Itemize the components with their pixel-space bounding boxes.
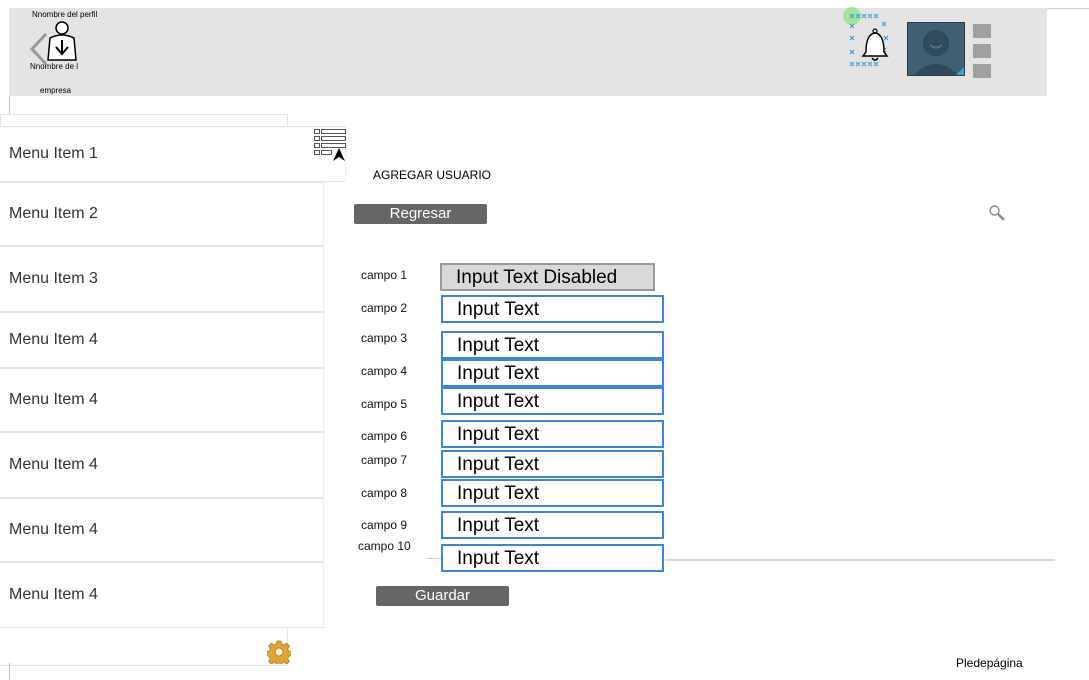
- sidebar-item-5[interactable]: Menu Item 4: [0, 368, 324, 432]
- sidebar-item-label: Menu Item 4: [9, 586, 98, 603]
- left-divider-bottom: [9, 663, 10, 680]
- sidebar-item-7[interactable]: Menu Item 4: [0, 498, 324, 562]
- field-label-5: campo 5: [361, 397, 408, 411]
- save-button[interactable]: Guardar: [376, 586, 509, 606]
- page-title: AGREGAR USUARIO: [373, 168, 492, 182]
- sidebar-item-label: Menu Item 3: [9, 270, 98, 287]
- field-label-9: campo 9: [361, 518, 408, 532]
- header-divider: [1047, 8, 1089, 9]
- field-input-7[interactable]: [441, 450, 664, 478]
- field-input-2[interactable]: [441, 295, 664, 323]
- sidebar-item-label: Menu Item 4: [9, 391, 98, 408]
- field-label-4: campo 4: [361, 364, 408, 378]
- field-input-6[interactable]: [441, 420, 664, 448]
- field-label-10: campo 10: [358, 539, 411, 553]
- profile-download-icon[interactable]: [45, 20, 83, 62]
- sidebar-item-label: Menu Item 4: [9, 456, 98, 473]
- sidebar-item-8[interactable]: Menu Item 4: [0, 562, 324, 628]
- bell-icon[interactable]: [838, 6, 900, 76]
- search-icon[interactable]: [988, 204, 1006, 222]
- field-label-3: campo 3: [361, 331, 408, 345]
- field-label-7: campo 7: [361, 453, 408, 467]
- company-name-line1: Nnombre de l: [30, 62, 79, 71]
- sidebar-item-2[interactable]: Menu Item 2: [0, 182, 324, 246]
- field-input-1[interactable]: [440, 263, 655, 291]
- list-view-icon[interactable]: [314, 128, 348, 162]
- field-label-8: campo 8: [361, 486, 408, 500]
- sidebar-item-label: Menu Item 4: [9, 521, 98, 538]
- left-divider: [9, 96, 10, 114]
- sidebar-item-label: Menu Item 1: [9, 145, 98, 162]
- sidebar-top: [0, 114, 288, 126]
- field-label-1: campo 1: [361, 268, 408, 282]
- avatar[interactable]: [907, 22, 965, 76]
- field-input-9[interactable]: [441, 511, 664, 539]
- gear-icon[interactable]: [267, 640, 291, 664]
- company-name-line2: empresa: [40, 86, 72, 95]
- sidebar-item-4[interactable]: Menu Item 4: [0, 312, 324, 368]
- profile-name: Nnombre del perfil: [32, 10, 98, 19]
- sidebar-item-6[interactable]: Menu Item 4: [0, 432, 324, 498]
- field-label-2: campo 2: [361, 301, 408, 315]
- hamburger-menu-icon[interactable]: [973, 24, 991, 78]
- field-input-5[interactable]: [441, 387, 664, 415]
- connector-line-left: [426, 558, 441, 559]
- sidebar-item-3[interactable]: Menu Item 3: [0, 246, 324, 312]
- field-label-6: campo 6: [361, 429, 408, 443]
- connector-line: [665, 559, 1055, 561]
- avatar-icon: [914, 30, 964, 75]
- field-input-8[interactable]: [441, 479, 664, 507]
- field-input-10[interactable]: [441, 544, 664, 572]
- sidebar-item-1[interactable]: Menu Item 1: [0, 126, 346, 182]
- sidebar-item-label: Menu Item 4: [9, 331, 98, 348]
- sidebar-item-label: Menu Item 2: [9, 205, 98, 222]
- sidebar-bottom: [0, 628, 288, 666]
- back-button[interactable]: Regresar: [354, 204, 487, 224]
- field-input-3[interactable]: [441, 331, 664, 359]
- field-input-4[interactable]: [441, 359, 664, 387]
- footer-text: Pledepágina: [956, 656, 1023, 670]
